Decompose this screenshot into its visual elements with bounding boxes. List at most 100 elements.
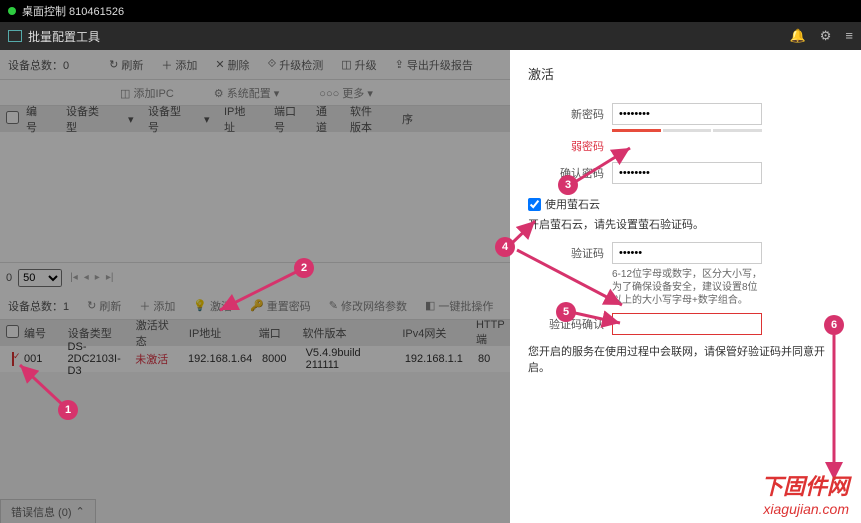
- col-serial: 序: [402, 111, 433, 127]
- cell-ip: 192.168.1.64: [182, 353, 256, 365]
- col-version: 软件版本: [297, 325, 397, 341]
- app-header: 批量配置工具 🔔 ⚙ ≡: [0, 22, 861, 50]
- annotation-marker-4: 4: [495, 237, 515, 257]
- col-index: 编号: [26, 103, 66, 135]
- next-page-icon[interactable]: ▸: [95, 272, 100, 283]
- col-gateway: IPv4网关: [396, 325, 470, 341]
- app-frame: 批量配置工具 🔔 ⚙ ≡ 设备总数：0 ↻ 刷新 ＋ 添加 ✕ 删除 ⟐ 升级检…: [0, 22, 861, 523]
- system-config-button[interactable]: ⚙ 系统配置 ▾: [214, 85, 280, 101]
- ezviz-label: 使用萤石云: [545, 196, 600, 212]
- col-ip: IP地址: [224, 103, 274, 135]
- toolbar-top: 设备总数：0 ↻ 刷新 ＋ 添加 ✕ 删除 ⟐ 升级检测 ◫ 升级 ⇪ 导出升级…: [0, 50, 510, 80]
- col-devtype: 设备类型: [66, 103, 128, 135]
- annotation-marker-3: 3: [558, 175, 578, 195]
- cell-status: 未激活: [129, 351, 182, 367]
- watermark-line1: 下固件网: [761, 469, 849, 501]
- row-checkbox[interactable]: [12, 352, 14, 366]
- select-all-checkbox[interactable]: [6, 111, 19, 124]
- watermark-line2: xiagujian.com: [761, 501, 849, 517]
- password-strength: [612, 129, 762, 132]
- verify-code-row: 验证码: [528, 242, 843, 264]
- col-index: 编号: [18, 325, 62, 341]
- toolbar-lower: 设备总数：1 ↻ 刷新 ＋ 添加 💡 激活 🔑 重置密码 ✎ 修改网络参数 ◧ …: [0, 292, 510, 320]
- weak-password-row: 弱密码: [528, 138, 843, 154]
- device-count-top: 设备总数：0: [8, 57, 69, 73]
- filter-icon[interactable]: ▾: [128, 113, 148, 126]
- bell-icon[interactable]: 🔔: [790, 28, 806, 44]
- device-count-lower: 设备总数：1: [8, 298, 69, 314]
- ezviz-row: 使用萤石云: [528, 196, 843, 212]
- confirm-password-input[interactable]: [612, 162, 762, 184]
- onekey-button[interactable]: ◧ 一键批操作: [425, 298, 493, 314]
- add-button-2[interactable]: ＋ 添加: [139, 298, 175, 314]
- col-version: 软件版本: [350, 103, 402, 135]
- edit-network-button[interactable]: ✎ 修改网络参数: [329, 298, 407, 314]
- delete-button[interactable]: ✕ 删除: [215, 57, 249, 73]
- gear-icon[interactable]: ⚙: [820, 28, 832, 44]
- annotation-marker-5: 5: [556, 302, 576, 322]
- new-password-input[interactable]: [612, 103, 762, 125]
- last-page-icon[interactable]: ▸|: [106, 272, 114, 283]
- pager: 0 50 |◂ ◂ ▸ ▸|: [0, 262, 510, 292]
- panel-title: 激活: [528, 64, 843, 83]
- app-logo-icon: [8, 30, 22, 42]
- annotation-marker-1: 1: [58, 400, 78, 420]
- chevron-up-icon: ⌃: [76, 505, 85, 518]
- cell-index: 001: [18, 353, 62, 365]
- pager-arrows: |◂ ◂ ▸ ▸|: [70, 272, 113, 283]
- left-content: 设备总数：0 ↻ 刷新 ＋ 添加 ✕ 删除 ⟐ 升级检测 ◫ 升级 ⇪ 导出升级…: [0, 50, 510, 372]
- col-status: 激活状态: [130, 317, 183, 349]
- table-row[interactable]: 001 DS-2DC2103I-D3 未激活 192.168.1.64 8000…: [0, 346, 510, 372]
- activate-button[interactable]: 💡 激活: [193, 298, 232, 314]
- col-http: HTTP端: [470, 319, 510, 347]
- activate-panel: 激活 新密码 弱密码 确认密码 使用萤石云 开启萤石云，请先设置萤石验证码。: [510, 50, 861, 523]
- cell-http: 80: [472, 353, 510, 365]
- more-button[interactable]: ○○○ 更多 ▾: [319, 85, 373, 101]
- status-dot-icon: [8, 7, 16, 15]
- ezviz-checkbox[interactable]: [528, 198, 541, 211]
- error-info-tab[interactable]: 错误信息 (0) ⌃: [0, 499, 96, 523]
- upgrade-button[interactable]: ◫ 升级: [341, 57, 376, 73]
- upgrade-check-button[interactable]: ⟐ 升级检测: [268, 57, 324, 73]
- cell-gateway: 192.168.1.1: [399, 353, 472, 365]
- verify-confirm-row: 验证码确认: [528, 313, 843, 335]
- prev-page-icon[interactable]: ◂: [84, 272, 89, 283]
- col-ip: IP地址: [183, 325, 253, 341]
- panel-note: 您开启的服务在使用过程中会联网，请保管好验证码并同意开启。: [528, 343, 843, 375]
- main-area: 设备总数：0 ↻ 刷新 ＋ 添加 ✕ 删除 ⟐ 升级检测 ◫ 升级 ⇪ 导出升级…: [0, 50, 861, 523]
- window-title: 桌面控制 810461526: [22, 3, 124, 19]
- reset-password-button[interactable]: 🔑 重置密码: [250, 298, 311, 314]
- pager-zero: 0: [6, 272, 12, 284]
- col-channel: 通道: [316, 103, 350, 135]
- table-header-top: 编号 设备类型 ▾ 设备型号 ▾ IP地址 端口号 通道 软件版本 序: [0, 106, 510, 132]
- window-titlebar: 桌面控制 810461526: [0, 0, 861, 22]
- export-button[interactable]: ⇪ 导出升级报告: [395, 57, 473, 73]
- ezviz-hint: 开启萤石云，请先设置萤石验证码。: [528, 216, 843, 232]
- col-devtype: 设备类型: [62, 325, 130, 341]
- weak-password-label: 弱密码: [528, 138, 604, 154]
- cell-version: V5.4.9build 211111: [300, 347, 399, 371]
- col-port: 端口号: [274, 103, 316, 135]
- col-model: 设备型号: [148, 103, 204, 135]
- add-ipc-button[interactable]: ◫ 添加IPC: [120, 85, 174, 101]
- verify-hint: 6-12位字母或数字，区分大小写，为了确保设备安全，建议设置8位以上的大小写字母…: [612, 268, 762, 307]
- verify-confirm-input[interactable]: [612, 313, 762, 335]
- col-port: 端口: [253, 325, 297, 341]
- first-page-icon[interactable]: |◂: [70, 272, 78, 283]
- header-actions: 🔔 ⚙ ≡: [790, 28, 853, 44]
- add-button[interactable]: ＋ 添加: [161, 57, 197, 73]
- refresh-button[interactable]: ↻ 刷新: [109, 57, 143, 73]
- cell-port: 8000: [256, 353, 300, 365]
- left-pane: 设备总数：0 ↻ 刷新 ＋ 添加 ✕ 删除 ⟐ 升级检测 ◫ 升级 ⇪ 导出升级…: [0, 50, 510, 523]
- refresh-button-2[interactable]: ↻ 刷新: [87, 298, 121, 314]
- verify-code-input[interactable]: [612, 242, 762, 264]
- menu-icon[interactable]: ≡: [845, 28, 853, 44]
- watermark: 下固件网 xiagujian.com: [761, 469, 849, 517]
- new-password-row: 新密码: [528, 103, 843, 125]
- page-size-select[interactable]: 50: [18, 269, 62, 287]
- empty-table-body: [0, 132, 510, 262]
- annotation-marker-6: 6: [824, 315, 844, 335]
- filter-icon[interactable]: ▾: [204, 113, 224, 126]
- verify-code-label: 验证码: [528, 245, 604, 261]
- cell-type: DS-2DC2103I-D3: [62, 341, 130, 377]
